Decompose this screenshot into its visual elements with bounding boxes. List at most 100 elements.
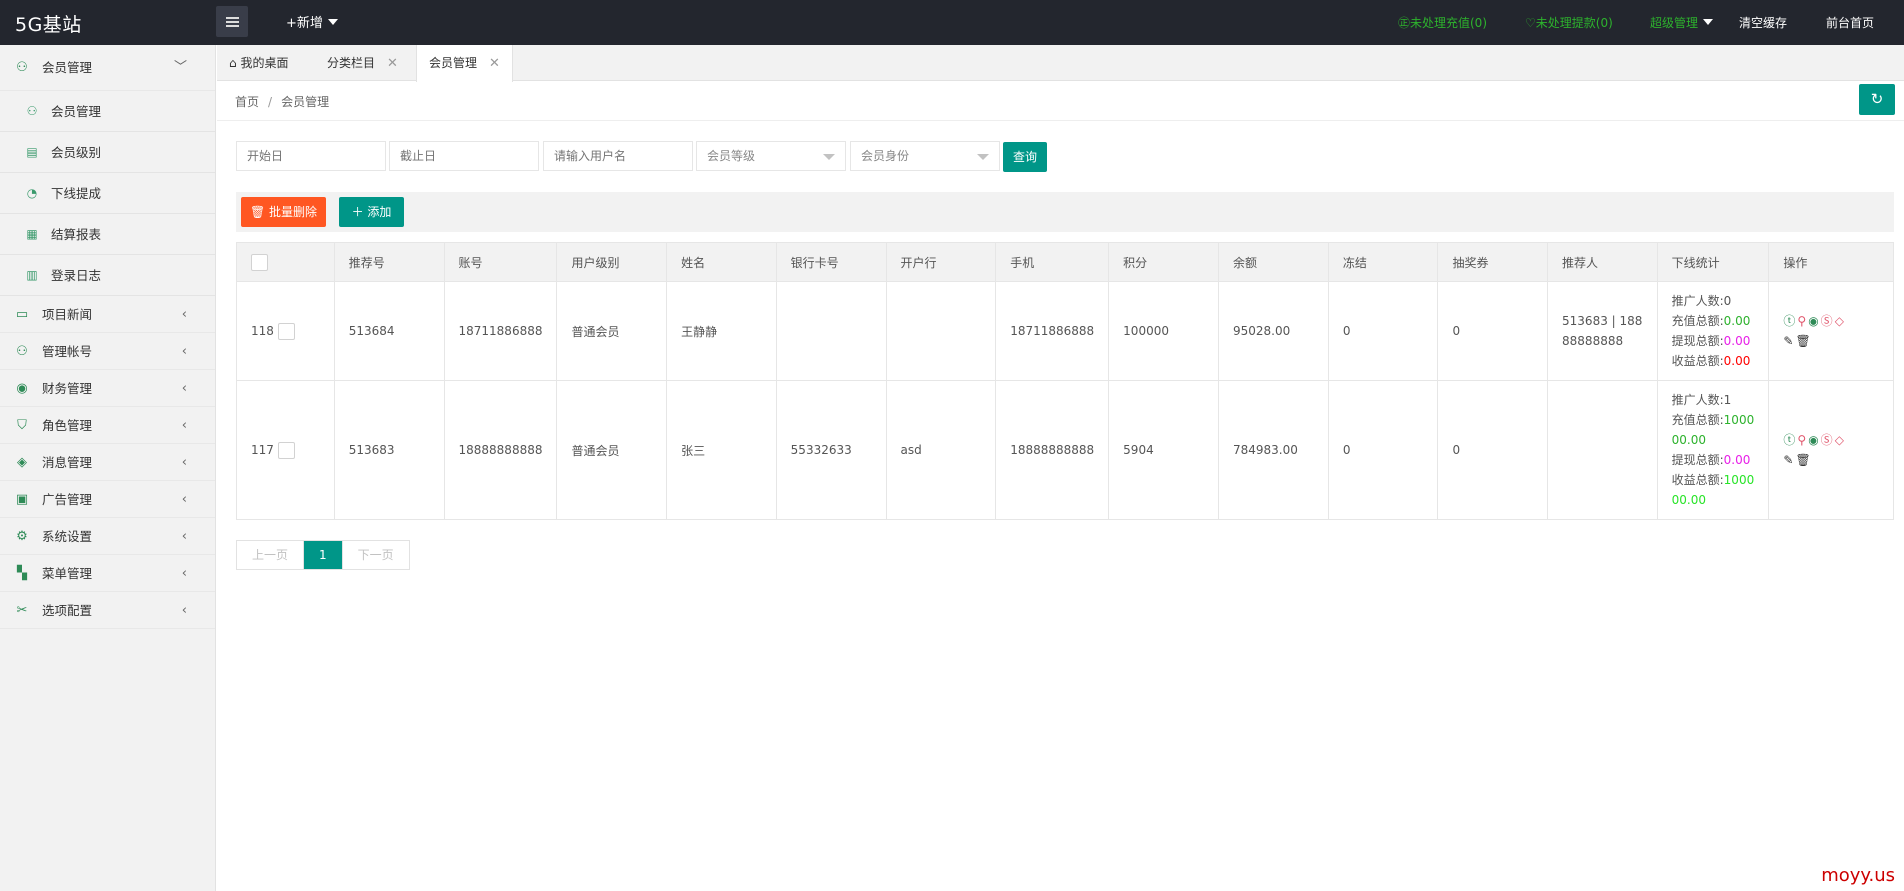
tab-categories[interactable]: 分类栏目 ✕ — [315, 45, 410, 81]
select-all-header — [236, 242, 335, 282]
username-input[interactable] — [543, 141, 693, 171]
select-value: 会员等级 — [707, 149, 756, 163]
edit-icon[interactable]: ✎ — [1783, 450, 1793, 470]
sidebar-item-project-news[interactable]: ▭ 项目新闻 ‹ — [0, 296, 215, 333]
member-identity-select[interactable]: 会员身份 — [850, 141, 1000, 171]
close-icon[interactable]: ✕ — [387, 56, 398, 71]
chevron-left-icon: ‹ — [181, 418, 187, 433]
clear-cache-link[interactable]: 清空缓存 — [1739, 14, 1787, 31]
trash-icon[interactable]: 🗑 — [1795, 331, 1810, 351]
batch-delete-button[interactable]: 🗑 批量删除 — [241, 197, 326, 227]
sidebar-item-admin-accounts[interactable]: ⚇ 管理帐号 ‹ — [0, 333, 215, 370]
pending-withdraw-link[interactable]: ♡未处理提款(0) — [1525, 14, 1613, 31]
finance-icon[interactable]: ◉ — [1808, 311, 1818, 331]
sidebar-item-option-config[interactable]: ✂ 选项配置 ‹ — [0, 592, 215, 629]
user-icon: ⚇ — [16, 60, 28, 75]
bank-card-cell — [775, 281, 887, 381]
row-checkbox[interactable] — [277, 441, 295, 459]
stat-recharge: 充值总额:0.00 — [1672, 311, 1755, 331]
pagination: 上一页 1 下一页 — [236, 540, 410, 570]
edit-icon[interactable]: ✎ — [1783, 331, 1793, 351]
search-icon[interactable]: ⚲ — [1797, 430, 1806, 450]
sidebar-sub-member-level[interactable]: ▤ 会员级别 — [0, 132, 215, 173]
new-dropdown[interactable]: +新增 — [286, 12, 338, 31]
dollar-icon[interactable]: Ⓢ — [1821, 311, 1833, 331]
column-header: 操作 — [1768, 242, 1894, 282]
prev-page-button[interactable]: 上一页 — [237, 541, 304, 569]
actions-cell: ⓣ ⚲ ◉ Ⓢ ◇ ✎ 🗑 — [1768, 380, 1894, 520]
row-checkbox[interactable] — [277, 322, 295, 340]
sidebar-item-member-management[interactable]: ⚇ 会员管理 ﹀ — [0, 45, 215, 91]
close-icon[interactable]: ✕ — [489, 56, 500, 71]
admin-icon: ⚇ — [16, 344, 28, 359]
dollar-icon[interactable]: Ⓢ — [1821, 430, 1833, 450]
tag-icon[interactable]: ◇ — [1835, 311, 1844, 331]
front-home-link[interactable]: 前台首页 — [1826, 14, 1874, 31]
sidebar-sub-downline-commission[interactable]: ◔ 下线提成 — [0, 173, 215, 214]
stat-label: 提现总额: — [1671, 334, 1724, 348]
sidebar-item-menu-management[interactable]: ▚ 菜单管理 ‹ — [0, 555, 215, 592]
account-cell: 18888888888 — [443, 380, 558, 520]
start-date-input[interactable] — [236, 141, 386, 171]
finance-icon[interactable]: ◉ — [1808, 430, 1818, 450]
stat-promote: 推广人数:0 — [1672, 291, 1755, 311]
points-cell: 100000 — [1108, 281, 1219, 381]
sidebar-item-system-settings[interactable]: ⚙ 系统设置 ‹ — [0, 518, 215, 555]
pending-recharge-link[interactable]: ㊣未处理充值(0) — [1398, 14, 1487, 31]
trash-icon: 🗑 — [249, 205, 266, 219]
column-header: 推荐人 — [1547, 242, 1658, 282]
chevron-left-icon: ‹ — [181, 529, 187, 544]
sidebar-sub-login-log[interactable]: ▥ 登录日志 — [0, 255, 215, 296]
batch-delete-label: 批量删除 — [269, 205, 318, 219]
add-button[interactable]: ＋ 添加 — [339, 197, 404, 227]
select-all-checkbox[interactable] — [251, 253, 268, 271]
tickets-cell: 0 — [1437, 380, 1549, 520]
search-icon[interactable]: ⚲ — [1797, 311, 1806, 331]
tag-icon[interactable]: ◇ — [1835, 430, 1844, 450]
sidebar: ⚇ 会员管理 ﹀ ⚇ 会员管理 ▤ 会员级别 ◔ 下线提成 ▦ 结算报表 ▥ 登… — [0, 45, 216, 891]
trash-icon[interactable]: 🗑 — [1795, 450, 1810, 470]
tab-my-desktop[interactable]: ⌂ 我的桌面 — [217, 45, 300, 81]
sidebar-item-label: 管理帐号 — [42, 344, 93, 359]
breadcrumb-home[interactable]: 首页 — [235, 95, 259, 109]
toolbar: 🗑 批量删除 ＋ 添加 — [236, 192, 1894, 232]
sidebar-item-finance[interactable]: ◉ 财务管理 ‹ — [0, 370, 215, 407]
column-header: 姓名 — [666, 242, 777, 282]
column-header: 银行卡号 — [775, 242, 887, 282]
end-date-input[interactable] — [389, 141, 539, 171]
refresh-button[interactable]: ↻ — [1859, 84, 1895, 115]
super-admin-label: 超级管理 — [1650, 16, 1699, 30]
table-header-row: 推荐号 账号 用户级别 姓名 银行卡号 开户行 手机 积分 余额 冻结 抽奖券 … — [236, 242, 1894, 282]
settings-icon: ⚙ — [16, 529, 28, 544]
referrer-cell: 513683 | 18888888888 — [1547, 281, 1658, 381]
stat-value: 0.00 — [1723, 334, 1751, 348]
sidebar-sub-settlement-report[interactable]: ▦ 结算报表 — [0, 214, 215, 255]
stat-value: 0 — [1723, 294, 1732, 308]
next-page-button[interactable]: 下一页 — [341, 541, 409, 569]
sidebar-item-ads[interactable]: ▣ 广告管理 ‹ — [0, 481, 215, 518]
frozen-cell: 0 — [1327, 281, 1439, 381]
tab-member-management[interactable]: 会员管理 ✕ — [416, 45, 513, 82]
sidebar-sub-member-management[interactable]: ⚇ 会员管理 — [0, 91, 215, 132]
menu-toggle-button[interactable] — [216, 6, 248, 37]
upgrade-icon[interactable]: ⓣ — [1783, 311, 1795, 331]
chevron-left-icon: ‹ — [181, 381, 187, 396]
chevron-left-icon: ‹ — [181, 603, 187, 618]
column-header: 开户行 — [885, 242, 997, 282]
sidebar-item-roles[interactable]: ⛉ 角色管理 ‹ — [0, 407, 215, 444]
stat-label: 收益总额: — [1671, 473, 1724, 487]
level-cell: 普通会员 — [556, 281, 668, 381]
account-cell: 18711886888 — [443, 281, 558, 381]
stat-withdraw: 提现总额:0.00 — [1672, 331, 1755, 351]
tab-bar: ⌂ 我的桌面 分类栏目 ✕ 会员管理 ✕ — [217, 45, 1904, 82]
page-number-current[interactable]: 1 — [303, 541, 342, 569]
sidebar-item-messages[interactable]: ◈ 消息管理 ‹ — [0, 444, 215, 481]
upgrade-icon[interactable]: ⓣ — [1783, 430, 1795, 450]
stat-promote: 推广人数:1 — [1672, 390, 1755, 410]
query-button[interactable]: 查询 — [1003, 142, 1047, 172]
stat-label: 提现总额: — [1671, 453, 1724, 467]
ref-no-cell: 513683 — [333, 380, 445, 520]
select-value: 会员身份 — [861, 149, 910, 163]
member-level-select[interactable]: 会员等级 — [696, 141, 846, 171]
super-admin-dropdown[interactable]: 超级管理 — [1650, 14, 1714, 31]
